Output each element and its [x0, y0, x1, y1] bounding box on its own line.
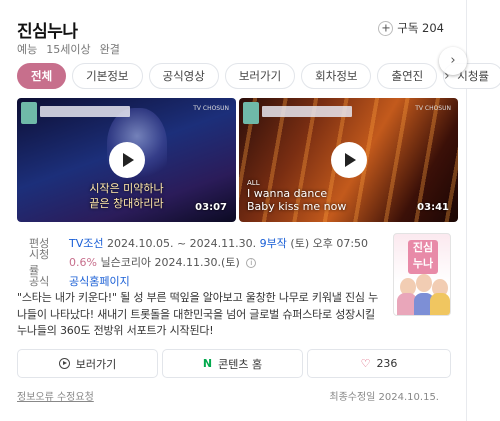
program-meta: 예능 15세이상 완결 [17, 41, 120, 57]
info-icon[interactable]: i [246, 257, 257, 268]
program-description: "스타는 내가 키운다!" 될 성 부른 떡잎을 알아보고 울창한 나무로 키워… [17, 291, 379, 337]
channel-watermark: TV CHOSUN [415, 105, 451, 112]
tab-cast[interactable]: 출연진 [377, 63, 438, 89]
tab-all[interactable]: 전체 [17, 63, 67, 89]
tab-bar: 전체 기본정보 공식영상 보러가기 회차정보 출연진 시청률 [17, 63, 500, 89]
content-home-label: 콘텐츠 홈 [218, 357, 263, 371]
episode-count-link[interactable]: 9부작 [260, 237, 287, 250]
video-carousel: TV CHOSUN 시작은 미약하나 끝은 창대하리라 03:07 TV CHO… [17, 98, 467, 222]
tab-episodes[interactable]: 회차정보 [301, 63, 372, 89]
rating-source: 닐슨코리아 2024.11.30.(토) [100, 255, 240, 269]
subscribe-label: 구독 204 [397, 21, 444, 35]
watch-button[interactable]: 보러가기 [17, 349, 158, 378]
video-caption: 시작은 미약하나 [89, 182, 164, 195]
plus-icon [378, 20, 394, 36]
report-error-link[interactable]: 정보오류 수정요청 [17, 388, 94, 403]
poster-person [416, 274, 432, 292]
subscribe-button[interactable]: 구독 204 [378, 20, 444, 36]
video-thumbnail[interactable]: TV CHOSUN 시작은 미약하나 끝은 창대하리라 03:07 [17, 98, 236, 222]
rating-row: 시청률 0.6% 닐슨코리아 2024.11.30.(토) i [29, 248, 368, 277]
watch-label: 보러가기 [75, 357, 117, 371]
play-circle-icon [58, 358, 70, 369]
program-logo-badge [243, 102, 259, 124]
broadcast-row: 편성 TV조선 2024.10.05. ~ 2024.11.30. 9부작 (토… [29, 233, 368, 252]
channel-link[interactable]: TV조선 [69, 237, 103, 250]
tab-official-video[interactable]: 공식영상 [148, 63, 219, 89]
video-caption: ALL [247, 179, 260, 187]
content-home-button[interactable]: N 콘텐츠 홈 [162, 349, 303, 378]
video-duration: 03:41 [417, 202, 449, 213]
official-homepage-link[interactable]: 공식홈페이지 [69, 273, 130, 289]
title-banner [40, 106, 130, 117]
official-label: 공식 [29, 274, 50, 288]
play-icon[interactable] [108, 142, 145, 178]
naver-n-icon: N [202, 357, 213, 370]
program-logo-badge [21, 102, 37, 124]
last-updated: 최종수정일 2024.10.15. [329, 392, 439, 403]
status-label: 완결 [99, 43, 120, 56]
video-caption: I wanna dance [247, 187, 328, 200]
carousel-next-button[interactable]: › [439, 47, 467, 75]
poster-logo: 진심누나 [408, 240, 438, 274]
play-icon[interactable] [330, 142, 367, 178]
age-rating-label: 15세이상 [46, 43, 91, 56]
like-count: 236 [376, 357, 398, 370]
tab-watch[interactable]: 보러가기 [224, 63, 296, 89]
poster-figure [430, 293, 450, 315]
broadcast-period: 2024.10.05. ~ 2024.11.30. [106, 236, 257, 250]
rating-value: 0.6% [69, 255, 97, 269]
video-duration: 03:07 [195, 202, 227, 213]
program-card: 진심누나 예능 15세이상 완결 구독 204 전체 기본정보 공식영상 보러가… [0, 0, 500, 421]
genre-label: 예능 [17, 43, 38, 56]
program-title[interactable]: 진심누나 [17, 17, 78, 42]
program-poster[interactable]: 진심누나 [393, 233, 451, 316]
tab-basic-info[interactable]: 기본정보 [72, 63, 143, 89]
like-button[interactable]: ♡ 236 [307, 349, 451, 378]
program-info: 편성 TV조선 2024.10.05. ~ 2024.11.30. 9부작 (토… [29, 233, 368, 290]
video-caption: Baby kiss me now [247, 200, 347, 213]
heart-icon: ♡ [360, 357, 371, 370]
title-banner [262, 106, 352, 117]
broadcast-schedule: (토) 오후 07:50 [290, 236, 369, 250]
channel-watermark: TV CHOSUN [193, 105, 229, 112]
official-row: 공식 공식홈페이지 [29, 271, 368, 290]
video-thumbnail[interactable]: TV CHOSUN ALL I wanna dance Baby kiss me… [239, 98, 458, 222]
